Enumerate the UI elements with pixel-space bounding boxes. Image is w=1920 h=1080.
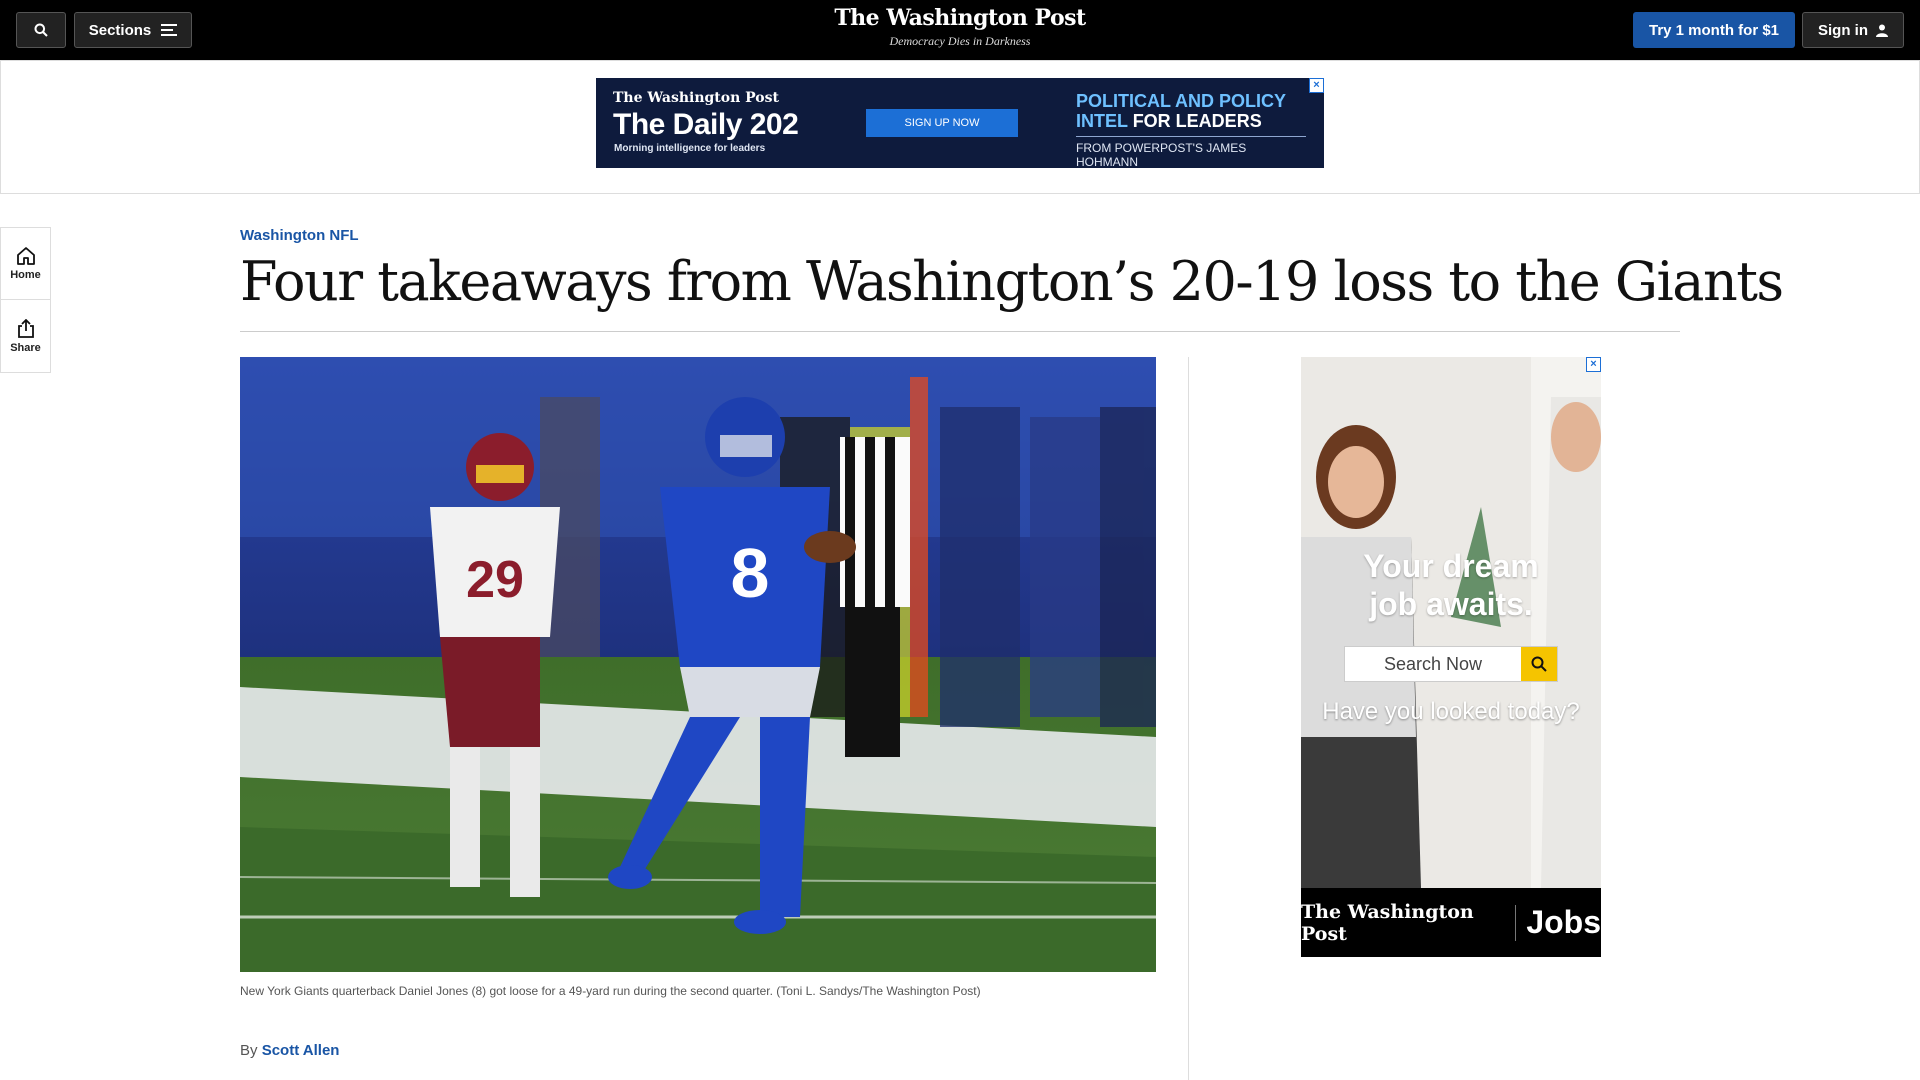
washington-jersey-number: 29 [466, 551, 524, 609]
ad-right-text: POLITICAL AND POLICY INTEL FOR LEADERS F… [1076, 91, 1306, 168]
rail-share-label: Share [10, 341, 41, 354]
jobs-ad-footer: The Washington Post Jobs [1301, 888, 1601, 957]
jobs-ad-divider [1515, 904, 1517, 941]
jobs-ad-headline-line1: Your dream [1363, 548, 1539, 584]
rail-home-button[interactable]: Home [1, 228, 50, 300]
logo-text: The Washington Post [834, 5, 1086, 31]
jobs-ad[interactable]: Your dream job awaits. Search Now Have y… [1301, 357, 1601, 957]
search-icon [1531, 656, 1547, 672]
jobs-ad-headline-line2: job awaits. [1369, 586, 1533, 622]
ad-from: FROM POWERPOST'S JAMES HOHMANN [1076, 136, 1306, 168]
ad-close-icon[interactable]: × [1309, 78, 1324, 93]
ad-line2: INTEL FOR LEADERS [1076, 111, 1306, 131]
rail-share-button[interactable]: Share [1, 300, 50, 372]
photo-caption: New York Giants quarterback Daniel Jones… [240, 984, 981, 998]
byline-prefix: By [240, 1042, 258, 1059]
ad-signup-label: SIGN UP NOW [904, 117, 980, 129]
ad-line2-rest: FOR LEADERS [1132, 111, 1262, 131]
jobs-search-box[interactable]: Search Now [1344, 646, 1558, 682]
author-link[interactable]: Scott Allen [262, 1042, 340, 1059]
ad-subtitle: Morning intelligence for leaders [614, 143, 766, 154]
sign-in-button[interactable]: Sign in [1802, 12, 1904, 48]
giants-jersey-number: 8 [731, 534, 770, 612]
jobs-ad-tagline: Have you looked today? [1322, 698, 1580, 725]
jobs-ad-headline: Your dream job awaits. [1301, 547, 1601, 623]
jobs-search-placeholder[interactable]: Search Now [1345, 647, 1521, 681]
user-icon [1876, 24, 1888, 37]
ad-line2-highlight: INTEL [1076, 111, 1128, 131]
ad-signup-button[interactable]: SIGN UP NOW [866, 109, 1018, 137]
section-kicker-link[interactable]: Washington NFL [240, 227, 359, 244]
left-rail: Home Share [0, 227, 51, 373]
column-divider [1188, 357, 1189, 1080]
ad-line1: POLITICAL AND POLICY [1076, 91, 1287, 111]
ad-logo: The Washington Post [613, 90, 779, 106]
sign-in-label: Sign in [1818, 21, 1868, 39]
side-ad-close-icon[interactable]: × [1586, 357, 1601, 372]
rail-home-label: Home [10, 268, 41, 281]
jobs-ad-jobs-label: Jobs [1526, 904, 1601, 940]
share-icon [17, 318, 34, 338]
top-nav-bar: Sections The Washington Post Democracy D… [0, 0, 1920, 60]
lead-photo[interactable]: 29 8 [240, 357, 1156, 972]
subscribe-label: Try 1 month for $1 [1648, 21, 1780, 39]
byline: By Scott Allen [240, 1042, 339, 1059]
daily-202-ad-banner[interactable]: The Washington Post The Daily 202 Mornin… [596, 78, 1324, 168]
jobs-search-button[interactable] [1521, 647, 1557, 681]
jobs-ad-wp-logo: The Washington Post [1301, 900, 1474, 945]
site-logo[interactable]: The Washington Post Democracy Dies in Da… [0, 5, 1920, 49]
ad-title: The Daily 202 [613, 108, 799, 141]
headline-divider [240, 331, 1680, 332]
article-headline: Four takeaways from Washington’s 20-19 l… [240, 250, 1784, 313]
tagline: Democracy Dies in Darkness [889, 34, 1031, 48]
home-icon [16, 246, 35, 265]
subscribe-button[interactable]: Try 1 month for $1 [1633, 12, 1795, 48]
football-photo-illustration: 29 8 [240, 357, 1156, 972]
